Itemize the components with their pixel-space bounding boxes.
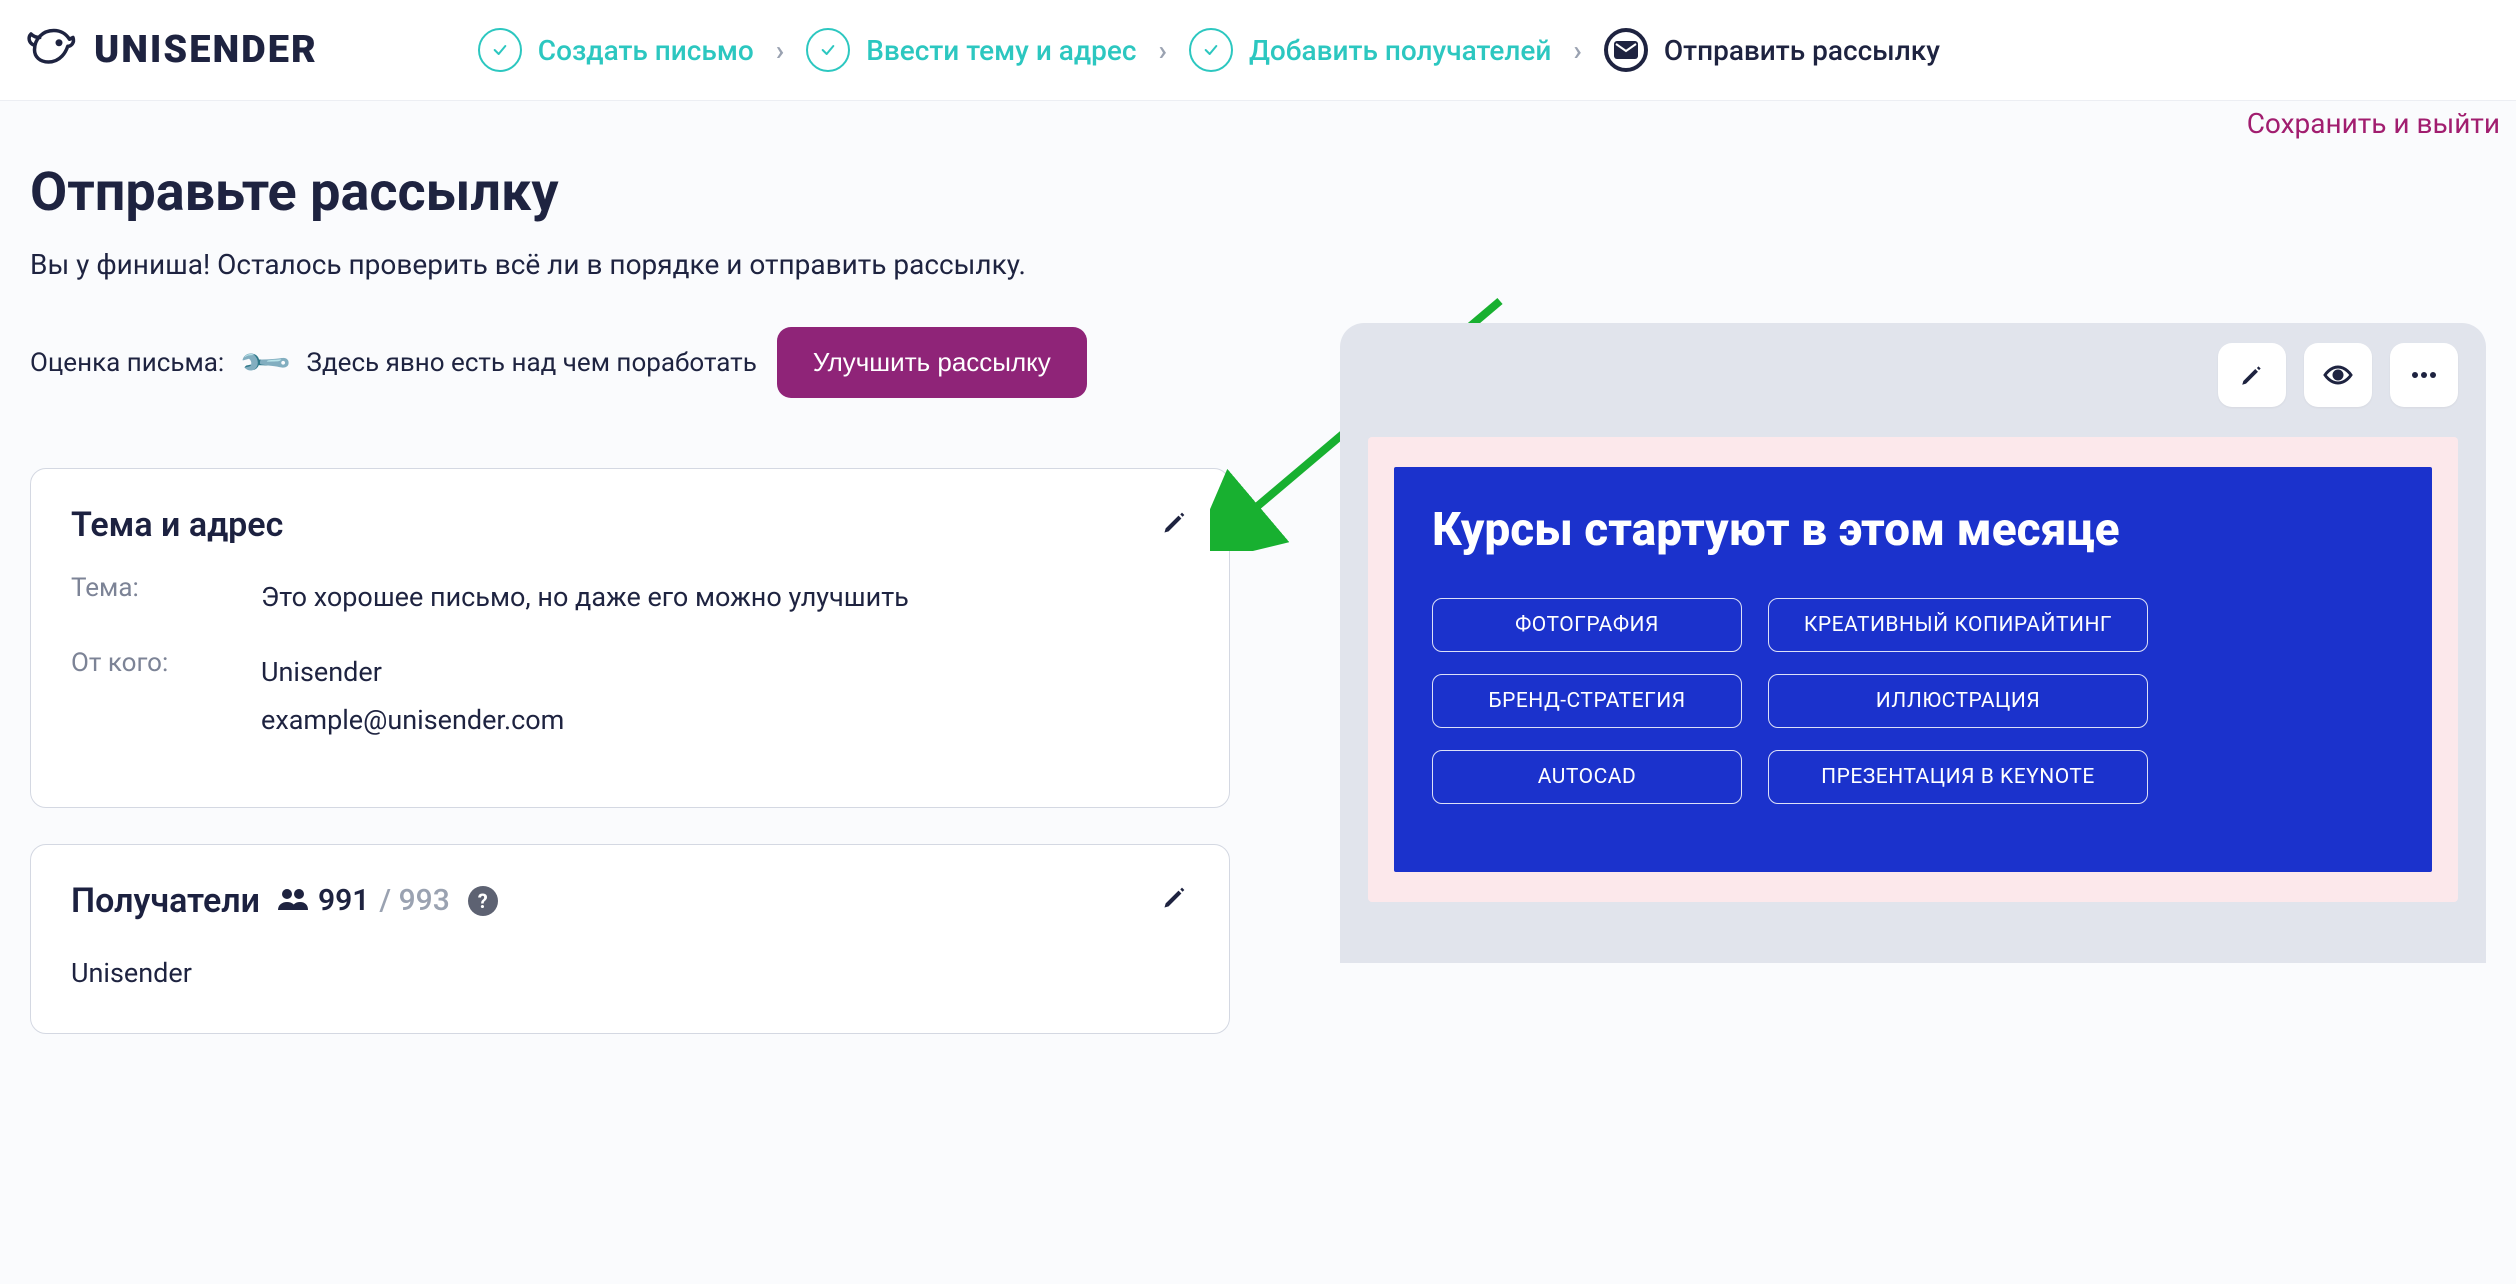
rating-text: Здесь явно есть над чем поработать	[307, 348, 757, 378]
subject-value: Это хорошее письмо, но даже его можно ул…	[261, 573, 909, 622]
course-pill: ПРЕЗЕНТАЦИЯ В KEYNOTE	[1768, 750, 2148, 804]
recipients-count: 991 / 993 ?	[278, 883, 498, 918]
course-pill: ФОТОГРАФИЯ	[1432, 598, 1742, 652]
step-create-letter[interactable]: Создать письмо	[478, 28, 754, 72]
course-pill: БРЕНД-СТРАТЕГИЯ	[1432, 674, 1742, 728]
wrench-icon: 🔧	[236, 333, 294, 391]
header: UNISENDER Создать письмо › Ввести тему и…	[0, 0, 2516, 101]
step-subject-address[interactable]: Ввести тему и адрес	[806, 28, 1136, 72]
from-label: От кого:	[71, 648, 221, 678]
improve-campaign-button[interactable]: Улучшить рассылку	[777, 327, 1087, 398]
recipients-title: Получатели	[71, 881, 260, 921]
from-email: example@unisender.com	[261, 696, 564, 745]
step-label: Добавить получателей	[1249, 34, 1551, 67]
course-pill: AUTOCAD	[1432, 750, 1742, 804]
card-title: Получатели 991 / 993 ?	[71, 881, 498, 921]
email-hero-title: Курсы стартуют в этом месяце	[1432, 503, 2394, 558]
envelope-icon	[1604, 28, 1648, 72]
check-icon	[478, 28, 522, 72]
chevron-right-icon: ›	[1158, 34, 1166, 67]
course-pill: ИЛЛЮСТРАЦИЯ	[1768, 674, 2148, 728]
page-subtitle: Вы у финиша! Осталось проверить всё ли в…	[30, 248, 1230, 281]
email-hero: Курсы стартуют в этом месяце ФОТОГРАФИЯ …	[1394, 467, 2432, 872]
check-icon	[806, 28, 850, 72]
people-icon	[278, 883, 308, 918]
rating-label: Оценка письма:	[30, 348, 224, 378]
subject-label: Тема:	[71, 573, 221, 603]
recipients-active: 991	[318, 883, 369, 918]
right-column: Курсы стартуют в этом месяце ФОТОГРАФИЯ …	[1340, 161, 2486, 1070]
logo[interactable]: UNISENDER	[24, 20, 318, 80]
card-subject-address: Тема и адрес Тема: Это хорошее письмо, н…	[30, 468, 1230, 808]
from-name: Unisender	[261, 648, 564, 697]
recipients-list-name: Unisender	[71, 949, 1189, 998]
step-label: Создать письмо	[538, 34, 754, 67]
chevron-right-icon: ›	[776, 34, 784, 67]
save-and-exit-link[interactable]: Сохранить и выйти	[2247, 107, 2500, 140]
logo-text: UNISENDER	[94, 28, 318, 72]
logo-dog-icon	[24, 20, 80, 80]
from-value: Unisender example@unisender.com	[261, 648, 564, 745]
page-title: Отправьте рассылку	[30, 161, 1230, 224]
email-frame: Курсы стартуют в этом месяце ФОТОГРАФИЯ …	[1368, 437, 2458, 902]
left-column: Отправьте рассылку Вы у финиша! Осталось…	[30, 161, 1230, 1070]
step-label: Отправить рассылку	[1664, 34, 1940, 67]
card-recipients: Получатели 991 / 993 ?	[30, 844, 1230, 1035]
course-pill: КРЕАТИВНЫЙ КОПИРАЙТИНГ	[1768, 598, 2148, 652]
edit-icon[interactable]	[1161, 883, 1189, 918]
edit-icon[interactable]	[1161, 508, 1189, 543]
chevron-right-icon: ›	[1573, 34, 1581, 67]
stepper: Создать письмо › Ввести тему и адрес › Д…	[478, 28, 1940, 72]
step-label: Ввести тему и адрес	[866, 34, 1136, 67]
card-title: Тема и адрес	[71, 505, 283, 545]
check-icon	[1189, 28, 1233, 72]
help-icon[interactable]: ?	[468, 886, 498, 916]
step-send-campaign[interactable]: Отправить рассылку	[1604, 28, 1940, 72]
preview-toolbar	[1368, 343, 2458, 407]
preview-email-button[interactable]	[2304, 343, 2372, 407]
edit-email-button[interactable]	[2218, 343, 2286, 407]
step-add-recipients[interactable]: Добавить получателей	[1189, 28, 1551, 72]
email-preview-panel: Курсы стартуют в этом месяце ФОТОГРАФИЯ …	[1340, 323, 2486, 963]
main-content: Сохранить и выйти Отправьте рассылку Вы …	[0, 101, 2516, 1070]
rating-row: Оценка письма: 🔧 Здесь явно есть над чем…	[30, 327, 1230, 398]
recipients-total: 993	[399, 883, 450, 918]
more-options-button[interactable]	[2390, 343, 2458, 407]
